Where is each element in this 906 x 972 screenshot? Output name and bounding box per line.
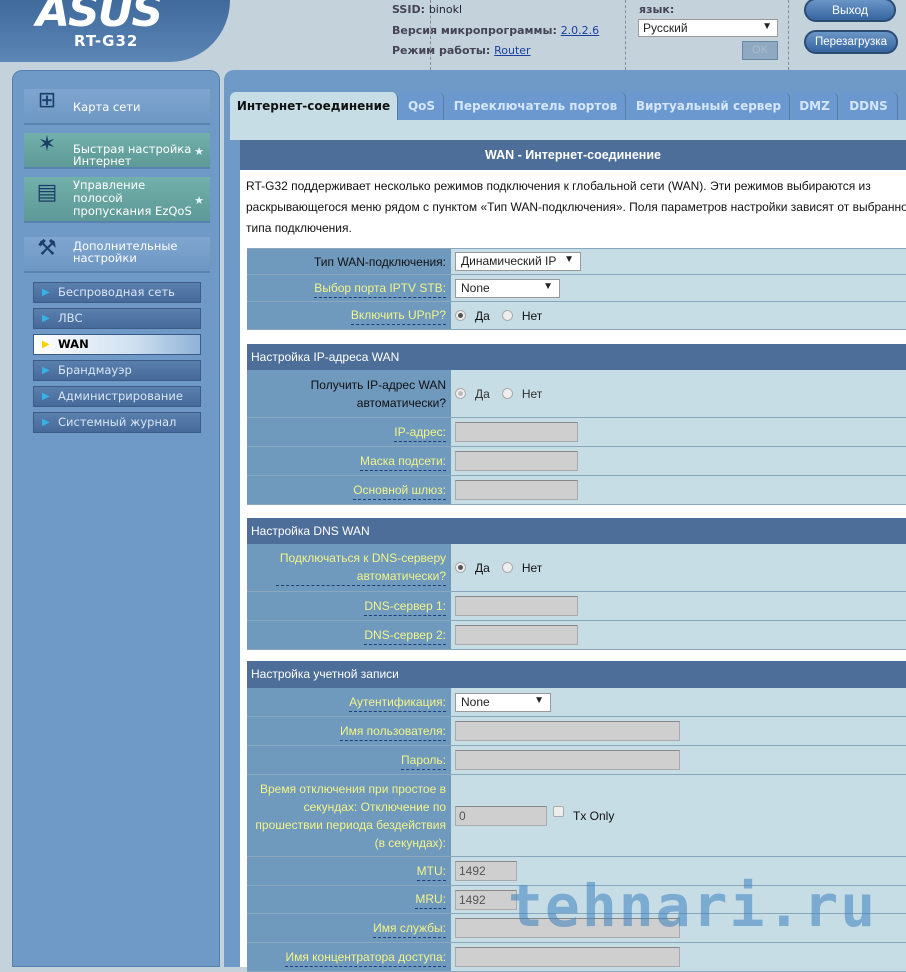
tab-virtual-server[interactable]: Виртуальный сервер [628, 92, 790, 120]
triangle-icon: ▶ [42, 339, 50, 350]
page-title: WAN - Интернет-соединение [240, 140, 906, 170]
upnp-no-radio[interactable] [501, 310, 513, 321]
tab-port-switch[interactable]: Переключатель портов [446, 92, 626, 120]
ip-address-input[interactable] [455, 422, 578, 442]
row-iptv: Выбор порта IPTV STB: None ▼ [247, 275, 906, 302]
network-map-icon: ⊞ [37, 88, 57, 113]
row-upnp: Включить UPnP? Да Нет [247, 302, 906, 330]
sidebar-item-network-map[interactable]: ⊞ Карта сети [24, 89, 210, 125]
row-dns1: DNS-сервер 1: [247, 592, 906, 621]
ip-auto-yes-radio[interactable] [455, 388, 466, 399]
username-input[interactable] [455, 721, 680, 741]
dns1-input[interactable] [455, 596, 578, 616]
logout-button[interactable]: Выход [804, 0, 896, 22]
row-subnet: Маска подсети: [247, 447, 906, 476]
divider [625, 0, 626, 70]
idle-timeout-input[interactable]: 0 [455, 805, 547, 826]
section-dns-header: Настройка DNS WAN [247, 518, 906, 544]
tab-qos[interactable]: QoS [400, 92, 444, 120]
sidebar: ⊞ Карта сети ✶ Быстрая настройка Интернет ★… [12, 70, 220, 967]
sidebar-sub-administration[interactable]: ▶ Администрирование [33, 386, 201, 407]
section-ip-header: Настройка IP-адреса WAN [247, 344, 906, 370]
ac-name-input[interactable] [455, 947, 680, 967]
language-select[interactable]: Русский ▼ [638, 19, 778, 37]
header-bar: SSID: binokl Версия микропрограммы: 2.0.… [230, 0, 906, 70]
sidebar-sub-wireless[interactable]: ▶ Беспроводная сеть [33, 282, 201, 303]
dns-auto-yes-radio[interactable] [455, 562, 466, 573]
sidebar-sub-lan[interactable]: ▶ ЛВС [33, 308, 201, 329]
row-ac-name: Имя концентратора доступа: [247, 943, 906, 972]
ssid-value: binokl [428, 3, 462, 16]
section-account-header: Настройка учетной записи [247, 661, 906, 688]
triangle-icon: ▶ [42, 313, 50, 324]
row-ip-address: IP-адрес: [247, 418, 906, 447]
magic-wand-icon: ✶ [37, 132, 57, 157]
tab-internet[interactable]: Интернет-соединение [230, 92, 398, 120]
ip-auto-no-radio[interactable] [501, 388, 513, 399]
triangle-icon: ▶ [42, 365, 50, 376]
sidebar-item-advanced[interactable]: ⚒ Дополнительные настройки [24, 237, 210, 273]
tab-ddns[interactable]: DDNS [840, 92, 898, 120]
model-name: RT-G32 [74, 32, 139, 50]
triangle-icon: ▶ [42, 391, 50, 402]
password-input[interactable] [455, 750, 680, 770]
content-area: WAN - Интернет-соединение RT-G32 поддерж… [240, 140, 906, 972]
router-icon: ▤ [36, 180, 58, 205]
subnet-mask-input[interactable] [455, 451, 578, 471]
sidebar-item-ezqos[interactable]: ▤ Управление полосой пропускания EzQoS ★ [24, 177, 210, 223]
row-username: Имя пользователя: [247, 717, 906, 746]
star-icon: ★ [194, 194, 204, 207]
auth-select[interactable]: None ▼ [455, 692, 551, 712]
sidebar-sub-wan[interactable]: ▶ WAN [33, 334, 201, 355]
divider [788, 0, 789, 70]
sidebar-sub-system-log[interactable]: ▶ Системный журнал [33, 412, 201, 433]
tx-only-checkbox[interactable] [553, 806, 564, 817]
watermark: tehnari.ru [508, 872, 878, 940]
star-icon: ★ [194, 145, 204, 158]
page-description: RT-G32 поддерживает несколько режимов по… [246, 179, 906, 235]
language-label: язык: [639, 3, 675, 16]
triangle-icon: ▶ [42, 417, 50, 428]
upnp-yes-radio[interactable] [455, 310, 466, 321]
row-ip-auto: Получить IP-адрес WAN автоматически? Да Н… [247, 370, 906, 418]
row-idle-timeout: Время отключения при простое в секундах:… [247, 775, 906, 857]
row-wan-type: Тип WAN-подключения: Динамический IP ▼ [247, 248, 906, 275]
dns-auto-no-radio[interactable] [501, 562, 513, 573]
row-auth: Аутентификация: None ▼ [247, 688, 906, 717]
gateway-input[interactable] [455, 480, 578, 500]
reboot-button[interactable]: Перезагрузка [804, 30, 898, 54]
row-password: Пароль: [247, 746, 906, 775]
iptv-port-select[interactable]: None ▼ [455, 278, 560, 298]
row-gateway: Основной шлюз: [247, 476, 906, 505]
triangle-icon: ▶ [42, 287, 50, 298]
sidebar-sub-firewall[interactable]: ▶ Брандмауэр [33, 360, 201, 381]
firmware-link[interactable]: 2.0.2.6 [561, 24, 599, 37]
wan-type-select[interactable]: Динамический IP ▼ [455, 252, 581, 271]
asus-logo: ASUS RT-G32 [0, 0, 230, 62]
mode-link[interactable]: Router [494, 44, 530, 57]
ok-button[interactable]: OK [742, 41, 778, 60]
row-dns2: DNS-сервер 2: [247, 621, 906, 650]
tab-dmz[interactable]: DMZ [792, 92, 838, 120]
tools-icon: ⚒ [37, 236, 57, 261]
row-dns-auto: Подключаться к DNS-серверу автоматически… [247, 544, 906, 592]
sidebar-item-quick-setup[interactable]: ✶ Быстрая настройка Интернет ★ [24, 133, 210, 169]
dns2-input[interactable] [455, 625, 578, 645]
